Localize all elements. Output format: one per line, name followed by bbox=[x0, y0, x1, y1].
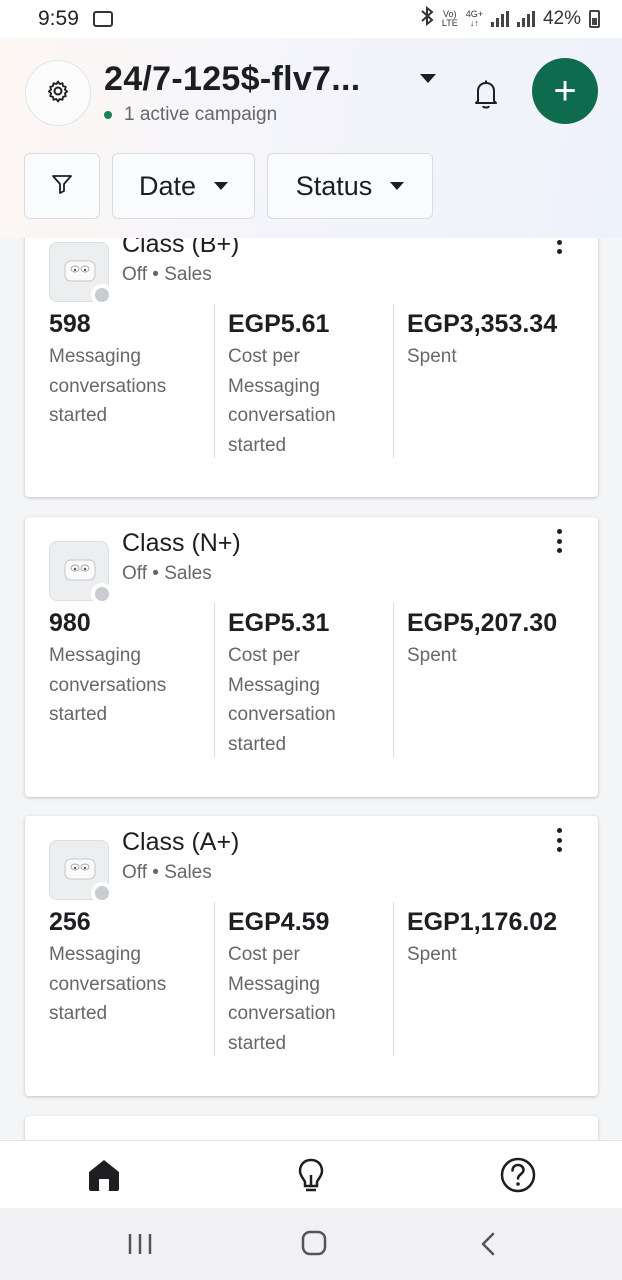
home-circle-icon[interactable] bbox=[294, 1230, 334, 1258]
metric-value: EGP3,353.34 bbox=[407, 310, 558, 338]
signal-icon-2 bbox=[516, 11, 535, 27]
metric-value: EGP5,207.30 bbox=[407, 609, 558, 637]
ad-name: Class (B+) bbox=[122, 238, 240, 258]
status-filter-label: Status bbox=[295, 170, 373, 201]
nav-help[interactable] bbox=[498, 1155, 538, 1195]
chevron-down-icon bbox=[214, 182, 229, 190]
metric-results: 256 Messaging conversations started bbox=[49, 904, 209, 1029]
metric-divider bbox=[214, 902, 215, 1056]
metric-label: Cost per Messaging conversation started bbox=[228, 645, 336, 755]
app-header: 24/7-125$-flv7... 1 active campaign + Da… bbox=[0, 38, 622, 238]
off-status-icon bbox=[91, 882, 113, 904]
metric-value: 980 bbox=[49, 609, 91, 637]
funnel-icon bbox=[50, 172, 74, 201]
more-options-icon[interactable] bbox=[553, 828, 565, 852]
metric-cost-per-result: EGP5.61 Cost per Messaging conversation … bbox=[228, 306, 388, 460]
metric-label: Cost per Messaging conversation started bbox=[228, 346, 336, 456]
metric-divider bbox=[393, 902, 394, 1056]
date-filter-label: Date bbox=[138, 170, 197, 201]
filter-bar: Date Status bbox=[24, 153, 433, 219]
metric-spent: EGP3,353.34 Spent bbox=[407, 306, 567, 372]
ad-card[interactable]: Class (A+) Off • Sales 256 Messaging con… bbox=[25, 816, 598, 1096]
ad-card[interactable] bbox=[25, 1116, 598, 1140]
notifications-button[interactable] bbox=[466, 74, 506, 114]
help-icon bbox=[498, 1157, 538, 1199]
earbuds-image-icon bbox=[64, 858, 96, 880]
date-filter-dropdown[interactable]: Date bbox=[112, 153, 255, 219]
nav-home[interactable] bbox=[84, 1155, 124, 1195]
metric-divider bbox=[393, 304, 394, 458]
metric-spent: EGP1,176.02 Spent bbox=[407, 904, 567, 970]
ad-name: Class (N+) bbox=[122, 529, 241, 557]
signal-icon bbox=[490, 11, 509, 27]
off-status-icon bbox=[91, 284, 113, 306]
system-navigation-bar bbox=[0, 1208, 622, 1280]
status-time: 9:59 bbox=[38, 7, 79, 30]
more-options-icon[interactable] bbox=[553, 238, 565, 254]
ads-list[interactable]: Class (B+) Off • Sales 598 Messaging con… bbox=[0, 238, 622, 1140]
lightbulb-icon bbox=[291, 1158, 331, 1199]
status-icons: Vo) LTE 4G+ ↓↑ 42% bbox=[420, 5, 600, 32]
volte-bottom: LTE bbox=[441, 18, 458, 28]
bell-icon bbox=[466, 80, 506, 118]
status-bar: 9:59 Vo) LTE 4G+ ↓↑ 42% bbox=[0, 0, 622, 38]
data-indicator: 4G+ ↓↑ bbox=[466, 10, 483, 28]
ad-status: Off • Sales bbox=[122, 862, 212, 883]
metric-label: Cost per Messaging conversation started bbox=[228, 944, 336, 1054]
metric-value: 256 bbox=[49, 908, 91, 936]
create-button[interactable]: + bbox=[532, 58, 598, 124]
metric-value: EGP1,176.02 bbox=[407, 908, 558, 936]
gear-icon bbox=[46, 79, 70, 108]
home-icon bbox=[84, 1160, 124, 1199]
battery-icon bbox=[589, 10, 600, 28]
nav-insights[interactable] bbox=[291, 1155, 331, 1195]
earbuds-image-icon bbox=[64, 559, 96, 581]
wifi-icon bbox=[92, 11, 113, 27]
bluetooth-icon bbox=[420, 5, 434, 32]
ad-status: Off • Sales bbox=[122, 563, 212, 584]
metric-label: Spent bbox=[407, 645, 457, 666]
bottom-navigation bbox=[0, 1140, 622, 1208]
metric-label: Messaging conversations started bbox=[49, 346, 167, 426]
metric-value: EGP5.31 bbox=[228, 609, 330, 637]
metric-label: Messaging conversations started bbox=[49, 645, 167, 725]
ad-name: Class (A+) bbox=[122, 828, 240, 856]
metric-value: EGP5.61 bbox=[228, 310, 330, 338]
ad-status: Off • Sales bbox=[122, 264, 212, 285]
ad-card[interactable]: Class (N+) Off • Sales 980 Messaging con… bbox=[25, 517, 598, 797]
settings-button[interactable] bbox=[25, 60, 91, 126]
metric-value: EGP4.59 bbox=[228, 908, 330, 936]
metric-label: Spent bbox=[407, 944, 457, 965]
active-campaign-text: 1 active campaign bbox=[124, 104, 278, 125]
off-status-icon bbox=[91, 583, 113, 605]
metric-divider bbox=[214, 304, 215, 458]
more-options-icon[interactable] bbox=[553, 529, 565, 553]
metric-cost-per-result: EGP4.59 Cost per Messaging conversation … bbox=[228, 904, 388, 1058]
ad-card[interactable]: Class (B+) Off • Sales 598 Messaging con… bbox=[25, 238, 598, 497]
status-filter-dropdown[interactable]: Status bbox=[267, 153, 433, 219]
back-icon[interactable] bbox=[468, 1230, 508, 1258]
volte-indicator: Vo) LTE bbox=[442, 10, 458, 28]
metric-results: 598 Messaging conversations started bbox=[49, 306, 209, 431]
recent-apps-icon[interactable] bbox=[120, 1230, 160, 1258]
filter-button[interactable] bbox=[24, 153, 100, 219]
metric-results: 980 Messaging conversations started bbox=[49, 605, 209, 730]
metric-divider bbox=[214, 603, 215, 757]
active-campaign-status: 1 active campaign bbox=[104, 104, 277, 126]
metric-spent: EGP5,207.30 Spent bbox=[407, 605, 567, 671]
metric-divider bbox=[393, 603, 394, 757]
metric-label: Spent bbox=[407, 346, 457, 367]
chevron-down-icon bbox=[390, 182, 405, 190]
plus-icon: + bbox=[553, 69, 577, 113]
battery-percent: 42% bbox=[542, 8, 581, 29]
chevron-down-icon[interactable] bbox=[420, 74, 436, 83]
metric-label: Messaging conversations started bbox=[49, 944, 167, 1024]
metric-value: 598 bbox=[49, 310, 91, 338]
account-selector-title[interactable]: 24/7-125$-flv7... bbox=[104, 60, 360, 99]
metric-cost-per-result: EGP5.31 Cost per Messaging conversation … bbox=[228, 605, 388, 759]
active-dot-icon bbox=[104, 111, 112, 119]
data-arrows: ↓↑ bbox=[469, 18, 479, 28]
earbuds-image-icon bbox=[64, 260, 96, 282]
